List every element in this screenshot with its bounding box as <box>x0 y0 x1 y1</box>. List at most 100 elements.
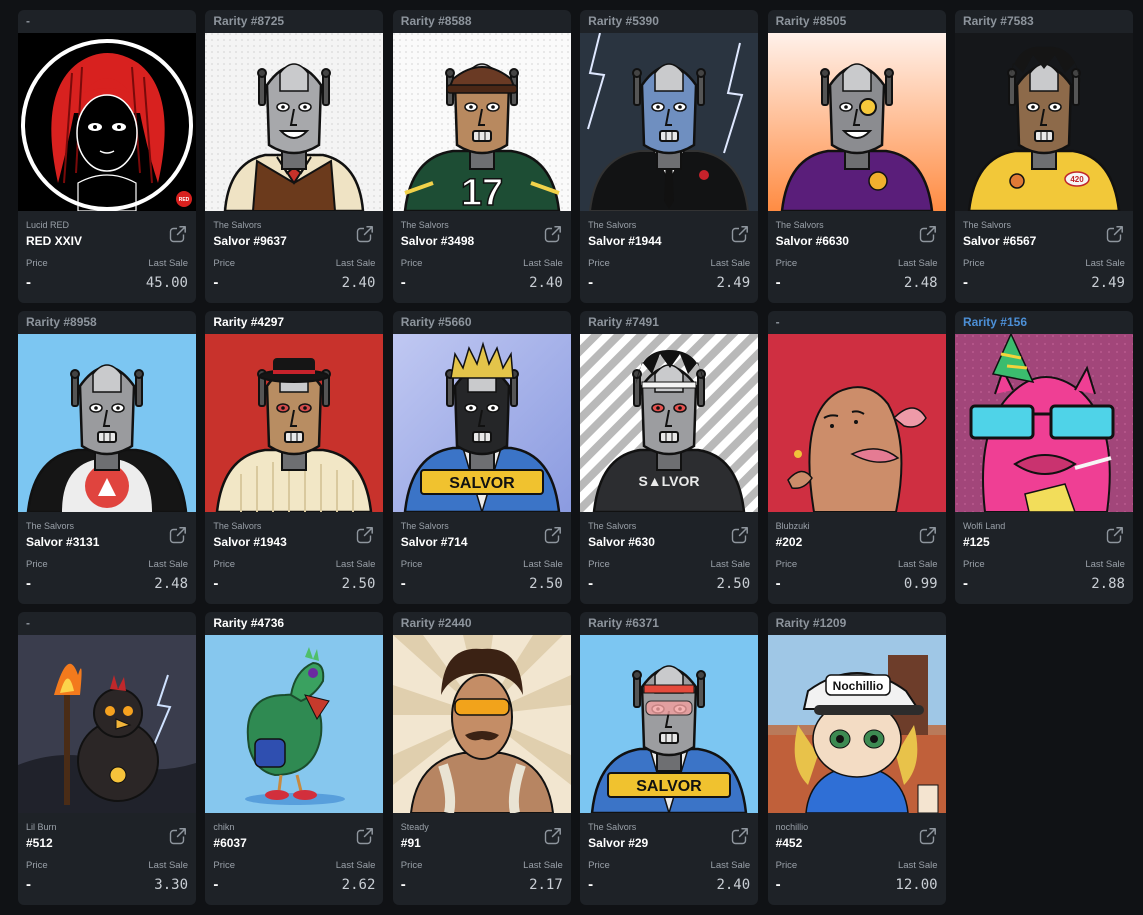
open-external-icon[interactable] <box>543 826 563 846</box>
open-external-icon[interactable] <box>730 826 750 846</box>
nft-card-4[interactable]: Rarity #5390 The Salvors Salvor #1944 Pr… <box>580 10 759 303</box>
nft-image-salvor-jersey[interactable]: 17 <box>392 33 571 211</box>
open-external-icon[interactable] <box>355 525 375 545</box>
token-name: Salvor #1943 <box>213 535 287 549</box>
collection-name: Steady <box>400 822 429 832</box>
open-external-icon[interactable] <box>918 826 938 846</box>
rarity-label: Rarity #4297 <box>213 315 285 329</box>
open-external-icon[interactable] <box>918 224 938 244</box>
nft-card-10[interactable]: Rarity #7491 S▲LVOR The Salvors Salvor #… <box>580 311 759 604</box>
price-label: Price <box>588 258 610 269</box>
rarity-label: - <box>26 14 30 28</box>
nft-image-lucid-red[interactable]: RED <box>18 33 196 211</box>
collection-name: The Salvors <box>962 220 1011 230</box>
last-sale-value: 2.40 <box>341 275 376 291</box>
price-labels: Price Last Sale <box>213 860 375 872</box>
price-value: - <box>400 876 406 893</box>
price-labels: Price Last Sale <box>401 559 563 571</box>
last-sale-value: 2.40 <box>529 275 563 291</box>
price-labels: Price Last Sale <box>213 258 375 270</box>
nft-image-salvor-29[interactable]: SALVOR <box>580 635 759 813</box>
nft-card-15[interactable]: Rarity #2440 Steady #91 Price Last Sale … <box>392 612 571 905</box>
svg-text:RED: RED <box>179 197 190 203</box>
open-external-icon[interactable] <box>355 826 375 846</box>
nft-card-14[interactable]: Rarity #4736 chikn #6037 Price Last Sale <box>205 612 384 905</box>
nft-card-16[interactable]: Rarity #6371 SALVOR The Salvors Salvor #… <box>580 612 759 905</box>
nft-image-salvor-purple[interactable] <box>767 33 946 211</box>
token-name: #91 <box>400 836 421 850</box>
nft-image-salvor-avax[interactable] <box>18 334 196 512</box>
last-sale-label: Last Sale <box>897 258 938 269</box>
card-info: The Salvors Salvor #9637 Price Last Sale… <box>205 220 383 293</box>
nft-image-salvor-yellow[interactable]: 420 <box>954 33 1133 211</box>
rarity-label: Rarity #156 <box>962 315 1027 329</box>
price-labels: Price Last Sale <box>26 559 188 571</box>
open-external-icon[interactable] <box>730 224 750 244</box>
open-external-icon[interactable] <box>168 224 188 244</box>
nft-image-salvor-vest[interactable] <box>205 33 384 211</box>
last-sale-value: 45.00 <box>145 275 188 291</box>
rarity-label: Rarity #8958 <box>26 315 97 329</box>
collection-name: Lil Burn <box>26 822 57 832</box>
nft-card-17[interactable]: Rarity #1209 Nochillio nochillio #452 Pr… <box>767 612 946 905</box>
card-info: chikn #6037 Price Last Sale - 2.62 <box>205 822 383 895</box>
token-name: Salvor #9637 <box>213 234 287 248</box>
open-external-icon[interactable] <box>543 525 563 545</box>
token-name: Salvor #1944 <box>588 234 662 248</box>
nft-image-chikn[interactable] <box>205 635 384 813</box>
token-name: #512 <box>26 836 53 850</box>
nft-image-salvor-sweater[interactable] <box>205 334 384 512</box>
open-external-icon[interactable] <box>1105 525 1125 545</box>
last-sale-label: Last Sale <box>710 559 751 570</box>
price-label: Price <box>400 559 423 570</box>
price-labels: Price Last Sale <box>26 258 188 270</box>
token-name: Salvor #6567 <box>962 234 1037 248</box>
last-sale-value: 0.99 <box>903 576 938 592</box>
nft-image-nochillio[interactable]: Nochillio <box>767 635 946 813</box>
nft-card-2[interactable]: Rarity #8725 The Salvors Salvor #9637 Pr… <box>205 10 384 303</box>
rarity-label: Rarity #6371 <box>588 616 659 630</box>
nft-card-11[interactable]: - Blubzuki #202 Price Last Sale - 0.99 <box>767 311 946 604</box>
collection-name: The Salvors <box>588 822 637 832</box>
nft-card-1[interactable]: - RED Lucid RED RED XXIV Price Last Sale… <box>18 10 196 303</box>
nft-card-7[interactable]: Rarity #8958 The Salvors Salvor #3131 Pr… <box>18 311 196 604</box>
open-external-icon[interactable] <box>918 525 938 545</box>
card-info: Lucid RED RED XXIV Price Last Sale - 45.… <box>18 220 196 293</box>
nft-image-salvor-jacket[interactable]: SALVOR <box>392 334 571 512</box>
price-values: - 2.48 <box>26 574 188 594</box>
svg-text:17: 17 <box>461 172 503 211</box>
nft-image-steady[interactable] <box>392 635 571 813</box>
price-labels: Price Last Sale <box>776 860 938 872</box>
nft-image-salvor-suit[interactable] <box>580 33 759 211</box>
last-sale-value: 12.00 <box>895 877 938 893</box>
nft-card-12[interactable]: Rarity #156 Wolfi Land #125 Price Last S… <box>954 311 1133 604</box>
open-external-icon[interactable] <box>730 525 750 545</box>
nft-image-blubzuki[interactable] <box>767 334 946 512</box>
price-value: - <box>775 575 781 592</box>
nft-image-lilburn[interactable] <box>18 635 196 813</box>
nft-card-5[interactable]: Rarity #8505 The Salvors Salvor #6630 Pr… <box>767 10 946 303</box>
nft-card-6[interactable]: Rarity #7583 420 The Salvors Salvor #656… <box>954 10 1133 303</box>
price-values: - 2.49 <box>588 273 750 293</box>
open-external-icon[interactable] <box>168 525 188 545</box>
nft-card-9[interactable]: Rarity #5660 SALVOR The Salvors Salvor #… <box>392 311 571 604</box>
last-sale-label: Last Sale <box>335 860 376 871</box>
open-external-icon[interactable] <box>355 224 375 244</box>
nft-card-8[interactable]: Rarity #4297 The Salvors Salvor #1943 Pr… <box>205 311 384 604</box>
open-external-icon[interactable] <box>1105 224 1125 244</box>
nft-card-3[interactable]: Rarity #8588 17 The Salvors Salvor #3498 <box>392 10 571 303</box>
last-sale-value: 2.49 <box>716 275 751 291</box>
price-label: Price <box>26 559 48 570</box>
last-sale-value: 2.62 <box>341 877 376 893</box>
nft-image-wolfi[interactable] <box>954 334 1133 512</box>
price-labels: Price Last Sale <box>26 860 188 872</box>
open-external-icon[interactable] <box>168 826 188 846</box>
price-value: - <box>962 274 968 291</box>
collection-name: chikn <box>213 822 235 832</box>
nft-card-13[interactable]: - Lil Burn #512 Price Last Sale - 3.30 <box>18 612 196 905</box>
nft-image-salvor-striped[interactable]: S▲LVOR <box>580 334 759 512</box>
price-labels: Price Last Sale <box>401 860 563 872</box>
price-label: Price <box>213 258 236 269</box>
open-external-icon[interactable] <box>543 224 563 244</box>
token-name: Salvor #29 <box>588 836 649 850</box>
